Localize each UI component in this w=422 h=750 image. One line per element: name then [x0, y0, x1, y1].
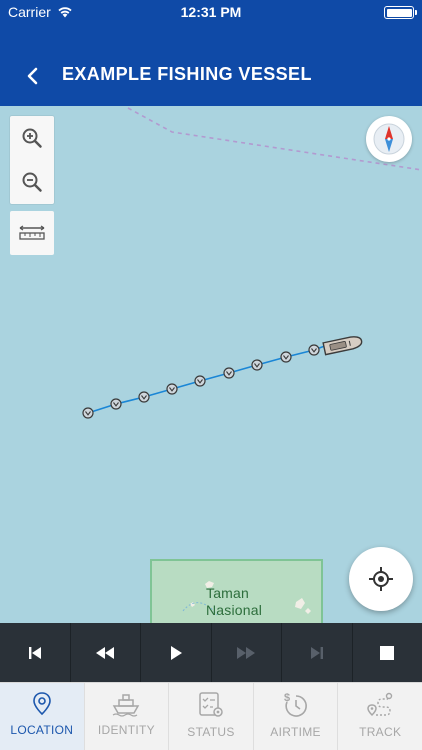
dollar-timer-icon: $	[284, 692, 307, 717]
status-bar: Carrier 12:31 PM	[0, 0, 422, 24]
tab-track[interactable]: TRACK	[338, 683, 422, 750]
vessel-marker	[322, 336, 363, 356]
compass-button[interactable]	[366, 116, 412, 162]
stop-icon	[380, 645, 395, 660]
tab-label: LOCATION	[10, 723, 74, 737]
chevron-left-icon	[27, 67, 38, 85]
checklist-gear-icon	[199, 692, 223, 717]
route-icon	[367, 692, 393, 717]
play-button[interactable]	[141, 623, 212, 682]
app-header: Carrier 12:31 PM EXAMPLE FISHING VESSEL	[0, 0, 422, 106]
zoom-in-icon	[22, 128, 42, 148]
rewind-button[interactable]	[71, 623, 141, 682]
skip-to-end-button[interactable]	[282, 623, 353, 682]
svg-text:$: $	[284, 692, 290, 704]
skip-to-end-icon	[310, 646, 323, 659]
locate-me-button[interactable]	[349, 547, 413, 611]
tab-label: STATUS	[187, 725, 235, 739]
crosshair-icon	[369, 567, 393, 591]
ship-icon	[113, 694, 140, 717]
tab-status[interactable]: STATUS	[169, 683, 254, 750]
fast-forward-icon	[237, 646, 256, 659]
compass-icon	[373, 123, 405, 155]
tab-label: IDENTITY	[97, 723, 155, 737]
skip-to-start-icon	[28, 646, 41, 659]
tab-bar: LOCATION IDENTITY STATUS $ AIRTIME TRACK	[0, 682, 422, 750]
page-title: EXAMPLE FISHING VESSEL	[62, 64, 312, 84]
tab-label: TRACK	[359, 725, 402, 739]
stop-button[interactable]	[353, 623, 422, 682]
zoom-out-icon	[22, 172, 42, 192]
fast-forward-button[interactable]	[212, 623, 282, 682]
ruler-icon	[19, 225, 45, 240]
zoom-controls	[10, 116, 54, 204]
back-button[interactable]	[20, 62, 46, 90]
rewind-icon	[96, 646, 115, 659]
skip-to-start-button[interactable]	[0, 623, 71, 682]
map-view[interactable]: Taman Nasional	[0, 106, 422, 623]
tab-label: AIRTIME	[270, 725, 321, 739]
map-label-line2: Nasional	[206, 602, 263, 618]
play-icon	[170, 645, 182, 660]
tab-identity[interactable]: IDENTITY	[85, 683, 170, 750]
battery-icon	[384, 6, 417, 19]
playback-controls	[0, 623, 422, 682]
vessel-marker-layer	[322, 336, 363, 356]
measure-button[interactable]	[10, 211, 54, 255]
zoom-out-button[interactable]	[10, 160, 54, 204]
tab-location[interactable]: LOCATION	[0, 683, 85, 750]
tab-airtime[interactable]: $ AIRTIME	[254, 683, 339, 750]
clock: 12:31 PM	[180, 4, 242, 20]
location-pin-icon	[32, 692, 51, 716]
map-label-line1: Taman	[206, 585, 250, 601]
zoom-in-button[interactable]	[10, 116, 54, 160]
